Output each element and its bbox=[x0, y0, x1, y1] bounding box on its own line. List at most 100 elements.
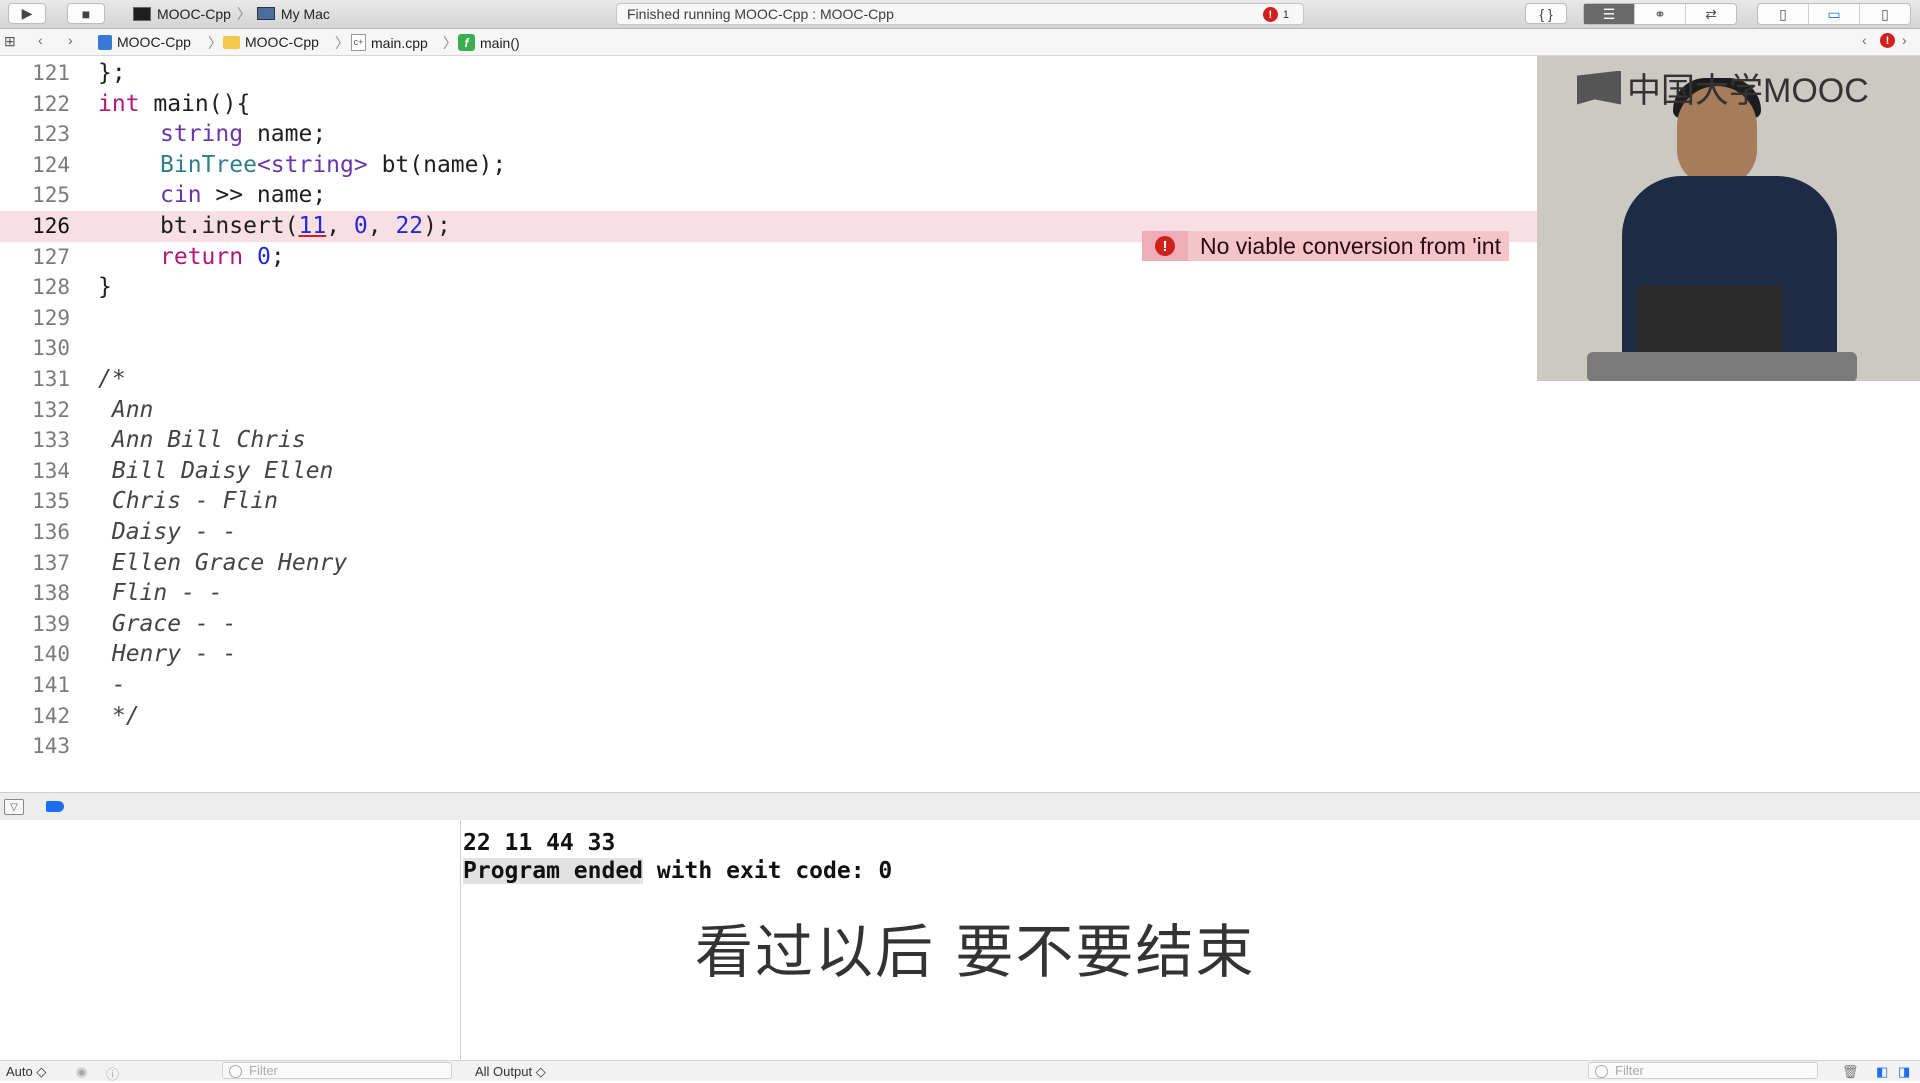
hide-debug-area-icon[interactable]: ▽ bbox=[4, 799, 24, 815]
debug-footer: Auto ◇ ◉ ⓘ Filter All Output ◇ Filter 🗑 … bbox=[0, 1060, 1920, 1083]
forward-arrow-icon[interactable]: › bbox=[68, 32, 73, 48]
scheme-selector[interactable]: MOOC-Cpp 〉 My Mac bbox=[125, 3, 345, 24]
line-number: 139 bbox=[32, 611, 70, 636]
error-token: 11 bbox=[298, 213, 327, 239]
code-text: cin >> name; bbox=[160, 180, 326, 211]
code-line: 134 Bill Daisy Ellen bbox=[0, 456, 1920, 487]
line-number: 137 bbox=[32, 550, 70, 575]
line-number: 123 bbox=[32, 122, 70, 147]
split-view-right-icon[interactable]: ◨ bbox=[1898, 1064, 1910, 1080]
terminal-icon bbox=[133, 6, 151, 21]
comment-text: */ bbox=[98, 702, 140, 729]
filter-placeholder: Filter bbox=[249, 1063, 278, 1078]
back-arrow-icon[interactable]: ‹ bbox=[38, 32, 43, 48]
comment-text: Ann Bill Chris bbox=[98, 427, 306, 454]
console-text: with exit code: 0 bbox=[643, 858, 893, 884]
code-snippet-button[interactable]: { } bbox=[1525, 3, 1567, 24]
arrows-icon: ⇄ bbox=[1705, 5, 1717, 22]
keyword: return bbox=[160, 243, 244, 270]
comment-text: - bbox=[98, 672, 126, 698]
toolbar: ▶ ■ MOOC-Cpp 〉 My Mac Finished running M… bbox=[0, 0, 1920, 29]
breakpoints-toggle-icon[interactable] bbox=[46, 801, 64, 812]
code-line: 136 Daisy - - bbox=[0, 517, 1920, 548]
code-token: name; bbox=[243, 121, 327, 148]
error-icon: ! bbox=[1880, 33, 1895, 48]
breadcrumb-file[interactable]: c+ main.cpp bbox=[351, 34, 428, 51]
code-token: main(){ bbox=[139, 90, 251, 117]
inline-error-message[interactable]: ! No viable conversion from 'int bbox=[1142, 231, 1509, 261]
code-text: BinTree<string> bt(name); bbox=[160, 150, 506, 181]
mooc-logo: 中国大学MOOC bbox=[1577, 63, 1869, 112]
line-number: 134 bbox=[32, 458, 70, 483]
error-icon-box: ! bbox=[1142, 231, 1188, 261]
filter-icon bbox=[1595, 1065, 1608, 1078]
eye-icon[interactable]: ◉ bbox=[76, 1064, 87, 1080]
code-text: bt.insert(11, 0, 22); bbox=[160, 211, 451, 242]
code-token: ); bbox=[423, 213, 451, 239]
line-number: 126 bbox=[32, 214, 70, 238]
standard-editor-button[interactable]: ☰ bbox=[1584, 4, 1635, 24]
console-filter-input[interactable]: Filter bbox=[1588, 1062, 1818, 1079]
keyword: int bbox=[98, 90, 140, 117]
variables-scope-select[interactable]: Auto ◇ bbox=[6, 1064, 46, 1080]
stop-button[interactable]: ■ bbox=[67, 3, 105, 24]
jump-bar: ⊞ ‹ › MOOC-Cpp 〉 MOOC-Cpp 〉 c+ main.cpp … bbox=[0, 29, 1920, 56]
breadcrumb-project[interactable]: MOOC-Cpp bbox=[98, 34, 191, 50]
version-editor-button[interactable]: ⇄ bbox=[1686, 4, 1736, 24]
bottom-panel-icon: ▭ bbox=[1827, 5, 1841, 22]
line-number: 127 bbox=[32, 244, 70, 269]
breadcrumb-symbol[interactable]: f main() bbox=[458, 34, 520, 51]
video-subtitle: 看过以后 要不要结束 bbox=[695, 918, 1256, 986]
code-line: 135 Chris - Flin bbox=[0, 486, 1920, 517]
function-icon: f bbox=[458, 34, 475, 51]
utilities-toggle-button[interactable]: ▯ bbox=[1860, 4, 1910, 24]
breadcrumb-separator: 〉 bbox=[443, 35, 457, 51]
code-token: >> name; bbox=[201, 182, 327, 209]
comment-text: Ann bbox=[98, 396, 154, 423]
related-items-icon[interactable]: ⊞ bbox=[4, 33, 16, 50]
output-scope-select[interactable]: All Output ◇ bbox=[475, 1064, 546, 1080]
variables-filter-input[interactable]: Filter bbox=[222, 1062, 452, 1079]
code-text: } bbox=[98, 274, 112, 301]
issue-indicator[interactable]: ! bbox=[1880, 33, 1895, 48]
mac-icon bbox=[256, 7, 275, 20]
line-number: 122 bbox=[32, 91, 70, 116]
code-token: , bbox=[326, 213, 354, 239]
comment-text: Henry - - bbox=[98, 641, 237, 668]
code-line: 133 Ann Bill Chris bbox=[0, 425, 1920, 456]
split-view-left-icon[interactable]: ◧ bbox=[1876, 1064, 1888, 1080]
braces-icon: { } bbox=[1539, 5, 1553, 22]
code-token: bt(name); bbox=[367, 151, 507, 178]
comment-text: Daisy - - bbox=[98, 519, 237, 545]
right-panel-icon: ▯ bbox=[1881, 5, 1889, 22]
code-line: 143 bbox=[0, 731, 1920, 762]
comment-text: Chris - Flin bbox=[98, 488, 279, 515]
line-number: 143 bbox=[32, 734, 70, 759]
variables-view[interactable] bbox=[0, 820, 461, 1060]
trash-icon[interactable]: 🗑 bbox=[1842, 1064, 1859, 1080]
next-issue-icon[interactable]: › bbox=[1902, 32, 1907, 48]
breadcrumb-separator: 〉 bbox=[208, 35, 222, 51]
code-line: 139 Grace - - bbox=[0, 609, 1920, 640]
lecture-video-overlay: 中国大学MOOC bbox=[1537, 56, 1920, 381]
navigator-toggle-button[interactable]: ▯ bbox=[1758, 4, 1809, 24]
breadcrumb-symbol-label: main() bbox=[480, 34, 520, 51]
comment-text: Grace - - bbox=[98, 610, 237, 637]
line-number: 138 bbox=[32, 581, 70, 606]
info-icon[interactable]: ⓘ bbox=[106, 1064, 119, 1083]
assistant-editor-button[interactable]: ⚭ bbox=[1635, 4, 1686, 24]
error-message-text: No viable conversion from 'int bbox=[1200, 232, 1501, 259]
console-line: Program ended with exit code: 0 bbox=[463, 858, 892, 884]
breadcrumb-group[interactable]: MOOC-Cpp bbox=[223, 34, 319, 50]
code-text: }; bbox=[98, 60, 126, 86]
run-button[interactable]: ▶ bbox=[8, 3, 46, 24]
line-number: 131 bbox=[32, 367, 70, 391]
debug-area-toggle-button[interactable]: ▭ bbox=[1809, 4, 1860, 24]
type-token: cin bbox=[160, 182, 202, 209]
error-badge[interactable]: ! 1 bbox=[1262, 7, 1289, 22]
line-number: 135 bbox=[32, 489, 70, 514]
previous-issue-icon[interactable]: ‹ bbox=[1862, 32, 1867, 48]
line-number: 141 bbox=[32, 673, 70, 697]
code-line: 137 Ellen Grace Henry bbox=[0, 548, 1920, 579]
view-control: ▯ ▭ ▯ bbox=[1757, 3, 1911, 25]
